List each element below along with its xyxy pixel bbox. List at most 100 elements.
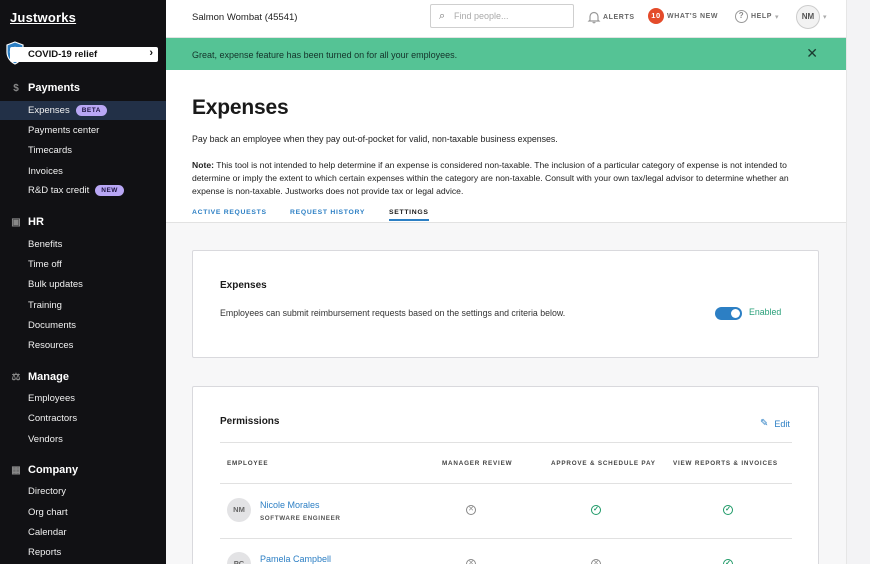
card-title: Expenses	[220, 280, 267, 291]
alerts-button[interactable]: ALERTS	[587, 10, 635, 24]
sidebar-item-contractors[interactable]: Contractors	[0, 409, 166, 428]
sidebar-item-label: Resources	[28, 340, 74, 351]
dollar-icon: $	[13, 82, 19, 94]
column-header-approve-pay: APPROVE & SCHEDULE PAY	[551, 460, 656, 467]
sidebar-item-label: Bulk updates	[28, 279, 83, 290]
sidebar-item-benefits[interactable]: Benefits	[0, 235, 166, 254]
x-circle-icon: ✕	[466, 505, 476, 515]
covid-relief-label: COVID-19 relief	[28, 49, 98, 60]
sidebar-item-timecards[interactable]: Timecards	[0, 141, 166, 160]
x-circle-icon: ✕	[591, 559, 601, 564]
sidebar-item-rd-tax-credit[interactable]: R&D tax credit NEW	[0, 181, 166, 200]
card-title: Permissions	[220, 416, 280, 427]
building-icon: ▦	[11, 464, 21, 476]
sidebar-item-time-off[interactable]: Time off	[0, 255, 166, 274]
tab-active-requests[interactable]: ACTIVE REQUESTS	[192, 209, 267, 216]
sidebar-item-resources[interactable]: Resources	[0, 336, 166, 355]
sidebar-section-payments: $ Payments	[10, 82, 80, 94]
user-avatar[interactable]: NM	[796, 5, 820, 29]
sidebar-item-label: Reports	[28, 547, 62, 558]
sidebar-item-label: Documents	[28, 320, 77, 331]
avatar: PC	[227, 552, 251, 564]
note-text: This tool is not intended to help determ…	[192, 160, 789, 196]
new-badge: NEW	[95, 185, 124, 196]
sidebar-item-invoices[interactable]: Invoices	[0, 162, 166, 181]
sidebar-item-payments-center[interactable]: Payments center	[0, 121, 166, 140]
sidebar-item-label: Invoices	[28, 166, 63, 177]
column-header-employee: EMPLOYEE	[227, 460, 269, 467]
search-icon: ⌕	[439, 10, 446, 22]
whats-new-button[interactable]: 10 WHAT'S NEW	[648, 8, 718, 24]
check-circle-icon: ✓	[723, 505, 733, 515]
check-circle-icon: ✓	[723, 559, 733, 564]
sidebar-item-expenses[interactable]: Expenses BETA	[0, 101, 166, 120]
sidebar-item-org-chart[interactable]: Org chart	[0, 503, 166, 522]
sidebar: Justworks COVID-19 relief › $ Payments E…	[0, 0, 166, 564]
edit-label: Edit	[774, 418, 790, 429]
bell-icon	[587, 11, 601, 24]
sidebar-section-manage: ⚖ Manage	[10, 371, 69, 383]
whats-new-label: WHAT'S NEW	[667, 12, 719, 20]
card-description: Employees can submit reimbursement reque…	[220, 308, 566, 318]
divider	[220, 483, 792, 484]
sidebar-section-hr: ▣ HR	[10, 216, 44, 228]
sidebar-item-vendors[interactable]: Vendors	[0, 430, 166, 449]
employee-name-link[interactable]: Pamela Campbell	[260, 554, 331, 564]
chevron-down-icon: ▾	[823, 14, 827, 21]
sidebar-item-label: Time off	[28, 259, 62, 270]
avatar: NM	[227, 498, 251, 522]
sidebar-item-label: Org chart	[28, 507, 68, 518]
help-button[interactable]: ? HELP	[735, 10, 772, 23]
sidebar-item-documents[interactable]: Documents	[0, 316, 166, 335]
sidebar-item-calendar[interactable]: Calendar	[0, 523, 166, 542]
disclaimer-note: Note: This tool is not intended to help …	[192, 159, 822, 198]
chevron-right-icon: ›	[149, 47, 153, 59]
expenses-toggle[interactable]	[715, 307, 742, 320]
edit-button[interactable]: ✎ Edit	[760, 418, 790, 429]
sidebar-item-label: Contractors	[28, 413, 78, 424]
app-root: Justworks COVID-19 relief › $ Payments E…	[0, 0, 870, 564]
sidebar-item-label: Benefits	[28, 239, 63, 250]
top-bar: Salmon Wombat (45541) ⌕ Find people... A…	[166, 0, 846, 38]
sidebar-item-label: Calendar	[28, 527, 67, 538]
sidebar-item-label: Training	[28, 300, 62, 311]
close-icon[interactable]: ✕	[806, 45, 818, 62]
note-label: Note:	[192, 160, 214, 170]
tab-settings[interactable]: SETTINGS	[389, 209, 429, 221]
justworks-logo[interactable]: Justworks	[10, 10, 76, 25]
alerts-label: ALERTS	[603, 13, 635, 21]
success-banner: Great, expense feature has been turned o…	[166, 38, 846, 70]
pencil-icon: ✎	[760, 418, 769, 429]
sidebar-section-label: HR	[28, 216, 44, 228]
sidebar-item-label: R&D tax credit	[28, 185, 90, 196]
sidebar-item-training[interactable]: Training	[0, 296, 166, 315]
help-label: HELP	[751, 13, 773, 20]
sidebar-item-label: Payments center	[28, 125, 100, 136]
employee-role: SOFTWARE ENGINEER	[260, 515, 341, 522]
help-icon: ?	[735, 10, 748, 23]
sidebar-section-label: Payments	[28, 82, 80, 94]
search-input[interactable]: ⌕ Find people...	[430, 4, 574, 28]
employee-name-link[interactable]: Nicole Morales	[260, 500, 320, 510]
toggle-status-label: Enabled	[749, 307, 782, 317]
sidebar-item-bulk-updates[interactable]: Bulk updates	[0, 275, 166, 294]
whats-new-count-badge: 10	[648, 8, 664, 24]
search-placeholder: Find people...	[454, 11, 509, 21]
sidebar-item-reports[interactable]: Reports	[0, 543, 166, 562]
scales-icon: ⚖	[11, 371, 21, 383]
briefcase-icon: ▣	[11, 216, 21, 228]
sidebar-item-label: Expenses	[28, 105, 70, 116]
chevron-down-icon: ▾	[775, 14, 779, 21]
tab-request-history[interactable]: REQUEST HISTORY	[290, 209, 365, 216]
beta-badge: BETA	[75, 105, 107, 116]
covid-relief-button[interactable]: COVID-19 relief ›	[10, 47, 158, 62]
sidebar-item-directory[interactable]: Directory	[0, 482, 166, 501]
scrollbar-track[interactable]	[846, 0, 870, 564]
divider	[220, 442, 792, 443]
sidebar-section-label: Company	[28, 464, 79, 476]
sidebar-section-company: ▦ Company	[10, 464, 78, 476]
column-header-manager-review: MANAGER REVIEW	[442, 460, 513, 467]
check-circle-icon: ✓	[591, 505, 601, 515]
sidebar-item-employees[interactable]: Employees	[0, 389, 166, 408]
sidebar-item-label: Timecards	[28, 145, 72, 156]
